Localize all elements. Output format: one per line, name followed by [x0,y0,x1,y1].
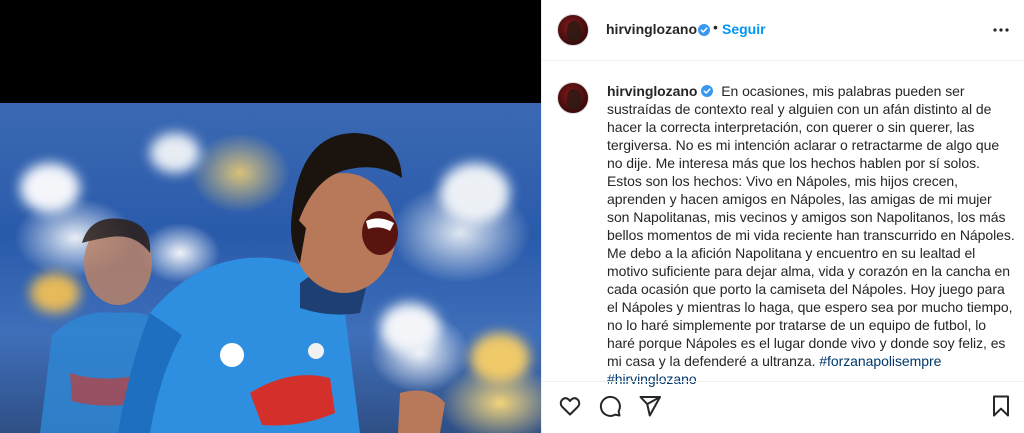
caption-section: hirvinglozano En ocasiones, mis palabras… [542,61,1024,387]
verified-badge-icon [701,85,714,97]
caption-avatar[interactable] [557,82,589,114]
comment-icon[interactable] [598,394,622,418]
post-caption: hirvinglozano En ocasiones, mis palabras… [607,82,1017,388]
verified-badge-icon [694,22,710,40]
caption-text: En ocasiones, mis palabras pueden ser su… [607,83,1015,369]
post-header: hirvinglozano • Seguir [542,0,1024,61]
bookmark-icon[interactable] [989,394,1013,418]
avatar[interactable] [557,14,589,46]
hashtag-link[interactable]: #forzanapolisempre [819,353,941,369]
share-icon[interactable] [638,394,662,418]
username-link[interactable]: hirvinglozano [606,21,697,37]
action-bar [542,381,1024,433]
post-detail-panel: hirvinglozano • Seguir hirvinglozano En … [541,0,1024,433]
main-player [118,133,445,433]
post-media[interactable] [0,0,541,433]
heart-icon[interactable] [558,394,582,418]
follow-button[interactable]: Seguir [722,21,766,37]
more-options-icon[interactable] [989,18,1013,42]
players-illustration [40,133,445,433]
separator-dot: • [713,19,718,35]
caption-username[interactable]: hirvinglozano [607,83,697,99]
